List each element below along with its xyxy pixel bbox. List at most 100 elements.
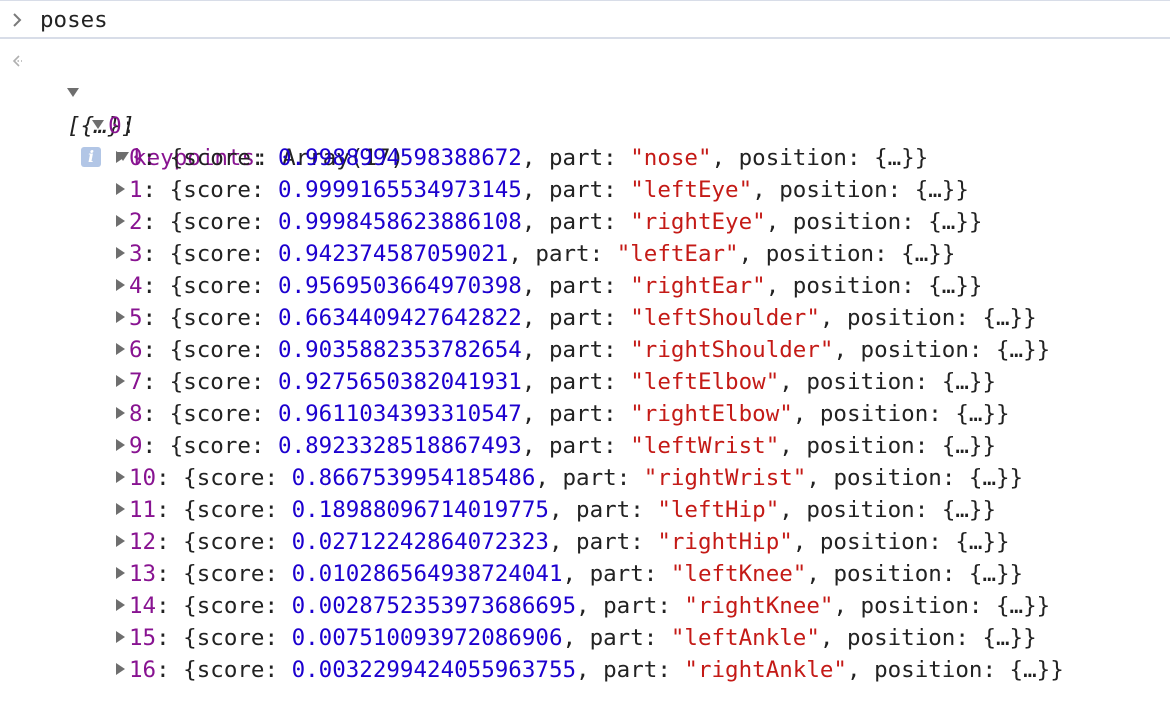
keypoint-row[interactable]: 12: {score: 0.02712242864072323, part: "… [116, 526, 1010, 558]
position-key: position [806, 369, 915, 395]
expand-toggle-icon[interactable] [116, 470, 125, 483]
part-key: part [576, 497, 631, 523]
score-key: score [183, 433, 251, 459]
keypoints-row[interactable]: keypoints: Array(17) [90, 110, 404, 171]
position-key: position [833, 465, 942, 491]
keypoint-row[interactable]: 10: {score: 0.8667539954185486, part: "r… [116, 462, 1023, 494]
keypoint-row[interactable]: 11: {score: 0.18988096714019775, part: "… [116, 494, 996, 526]
prompt-chevron-icon [13, 13, 22, 27]
score-value: 0.02712242864072323 [291, 529, 549, 555]
expand-toggle-icon[interactable] [116, 406, 125, 419]
keypoint-index: 0 [129, 145, 143, 171]
position-summary[interactable]: {…} [982, 625, 1023, 651]
part-value: "leftEye" [630, 177, 753, 203]
position-summary[interactable]: {…} [982, 305, 1023, 331]
score-value: 0.9988994598388672 [278, 145, 522, 171]
expand-toggle-icon[interactable] [116, 630, 125, 643]
keypoint-index: 9 [129, 433, 143, 459]
expand-toggle-icon[interactable] [116, 150, 125, 163]
expand-toggle-icon[interactable] [116, 310, 125, 323]
position-summary[interactable]: {…} [928, 209, 969, 235]
position-key: position [819, 401, 929, 427]
keypoint-row[interactable]: 15: {score: 0.007510093972086906, part: … [116, 622, 1037, 654]
position-key: position [874, 657, 983, 683]
keypoint-row[interactable]: 14: {score: 0.0028752353973686695, part:… [116, 590, 1050, 622]
score-value: 0.007510093972086906 [291, 625, 563, 651]
score-key: score [183, 369, 251, 395]
keypoint-row[interactable]: 5: {score: 0.6634409427642822, part: "le… [116, 302, 1037, 334]
keypoint-row[interactable]: 9: {score: 0.8923328518867493, part: "le… [116, 430, 996, 462]
result-array-row[interactable]: [{…}] i [40, 46, 135, 167]
keypoint-index: 7 [129, 369, 143, 395]
part-value: "leftHip" [657, 497, 780, 523]
score-value: 0.0032299424055963755 [291, 657, 577, 683]
position-summary[interactable]: {…} [996, 337, 1037, 363]
expand-toggle-icon[interactable] [116, 214, 125, 227]
expand-toggle-icon[interactable] [116, 566, 125, 579]
keypoint-row[interactable]: 1: {score: 0.9999165534973145, part: "le… [116, 174, 969, 206]
expand-toggle-icon[interactable] [116, 342, 125, 355]
score-key: score [183, 209, 251, 235]
score-value: 0.010286564938724041 [291, 561, 563, 587]
expand-toggle-icon[interactable] [116, 534, 125, 547]
score-value: 0.9275650382041931 [278, 369, 522, 395]
position-summary[interactable]: {…} [942, 433, 983, 459]
part-value: "rightAnkle" [684, 657, 847, 683]
position-summary[interactable]: {…} [915, 177, 956, 203]
keypoint-row[interactable]: 8: {score: 0.9611034393310547, part: "ri… [116, 398, 1010, 430]
position-summary[interactable]: {…} [874, 145, 915, 171]
position-summary[interactable]: {…} [955, 401, 996, 427]
score-key: score [196, 465, 265, 491]
part-key: part [589, 625, 644, 651]
expand-toggle-icon[interactable] [116, 182, 125, 195]
part-key: part [603, 593, 658, 619]
position-summary[interactable]: {…} [928, 273, 969, 299]
part-value: "leftAnkle" [670, 625, 820, 651]
keypoint-row[interactable]: 6: {score: 0.9035882353782654, part: "ri… [116, 334, 1050, 366]
position-key: position [846, 305, 956, 331]
score-key: score [183, 273, 251, 299]
keypoint-index: 5 [129, 305, 143, 331]
expand-toggle-icon[interactable] [116, 502, 125, 515]
expand-toggle-icon[interactable] [116, 278, 125, 291]
position-summary[interactable]: {…} [942, 369, 983, 395]
keypoint-row[interactable]: 0: {score: 0.9988994598388672, part: "no… [116, 142, 928, 174]
part-value: "leftKnee" [670, 561, 807, 587]
pose-row[interactable]: 0: [65, 78, 135, 139]
keypoint-row[interactable]: 13: {score: 0.010286564938724041, part: … [116, 558, 1023, 590]
keypoint-index: 12 [129, 529, 157, 555]
position-summary[interactable]: {…} [969, 561, 1010, 587]
keypoint-row[interactable]: 16: {score: 0.0032299424055963755, part:… [116, 654, 1064, 686]
part-value: "leftEar" [616, 241, 739, 267]
position-summary[interactable]: {…} [996, 593, 1037, 619]
part-value: "rightEar" [630, 273, 766, 299]
expand-toggle-icon[interactable] [116, 246, 125, 259]
position-summary[interactable]: {…} [942, 497, 983, 523]
score-value: 0.9611034393310547 [278, 401, 522, 427]
expand-toggle-icon[interactable] [116, 374, 125, 387]
part-value: "rightHip" [657, 529, 793, 555]
keypoint-row[interactable]: 4: {score: 0.9569503664970398, part: "ri… [116, 270, 982, 302]
keypoint-row[interactable]: 7: {score: 0.9275650382041931, part: "le… [116, 366, 996, 398]
keypoint-index: 4 [129, 273, 143, 299]
score-value: 0.18988096714019775 [291, 497, 549, 523]
score-value: 0.0028752353973686695 [291, 593, 577, 619]
expand-toggle-icon[interactable] [116, 598, 125, 611]
position-summary[interactable]: {…} [969, 465, 1010, 491]
part-key: part [548, 209, 604, 235]
expand-toggle-icon[interactable] [116, 662, 125, 675]
part-key: part [548, 337, 604, 363]
keypoint-index: 16 [129, 657, 157, 683]
keypoint-row[interactable]: 3: {score: 0.942374587059021, part: "lef… [116, 238, 955, 270]
score-key: score [183, 305, 251, 331]
part-key: part [548, 401, 604, 427]
part-key: part [548, 305, 604, 331]
position-summary[interactable]: {…} [901, 241, 942, 267]
keypoint-row[interactable]: 2: {score: 0.9998458623886108, part: "ri… [116, 206, 982, 238]
position-summary[interactable]: {…} [955, 529, 996, 555]
console-input-row[interactable]: poses [0, 0, 1170, 39]
expand-toggle-icon[interactable] [116, 438, 125, 451]
position-summary[interactable]: {…} [1010, 657, 1051, 683]
part-value: "leftShoulder" [630, 305, 820, 331]
score-key: score [196, 593, 265, 619]
